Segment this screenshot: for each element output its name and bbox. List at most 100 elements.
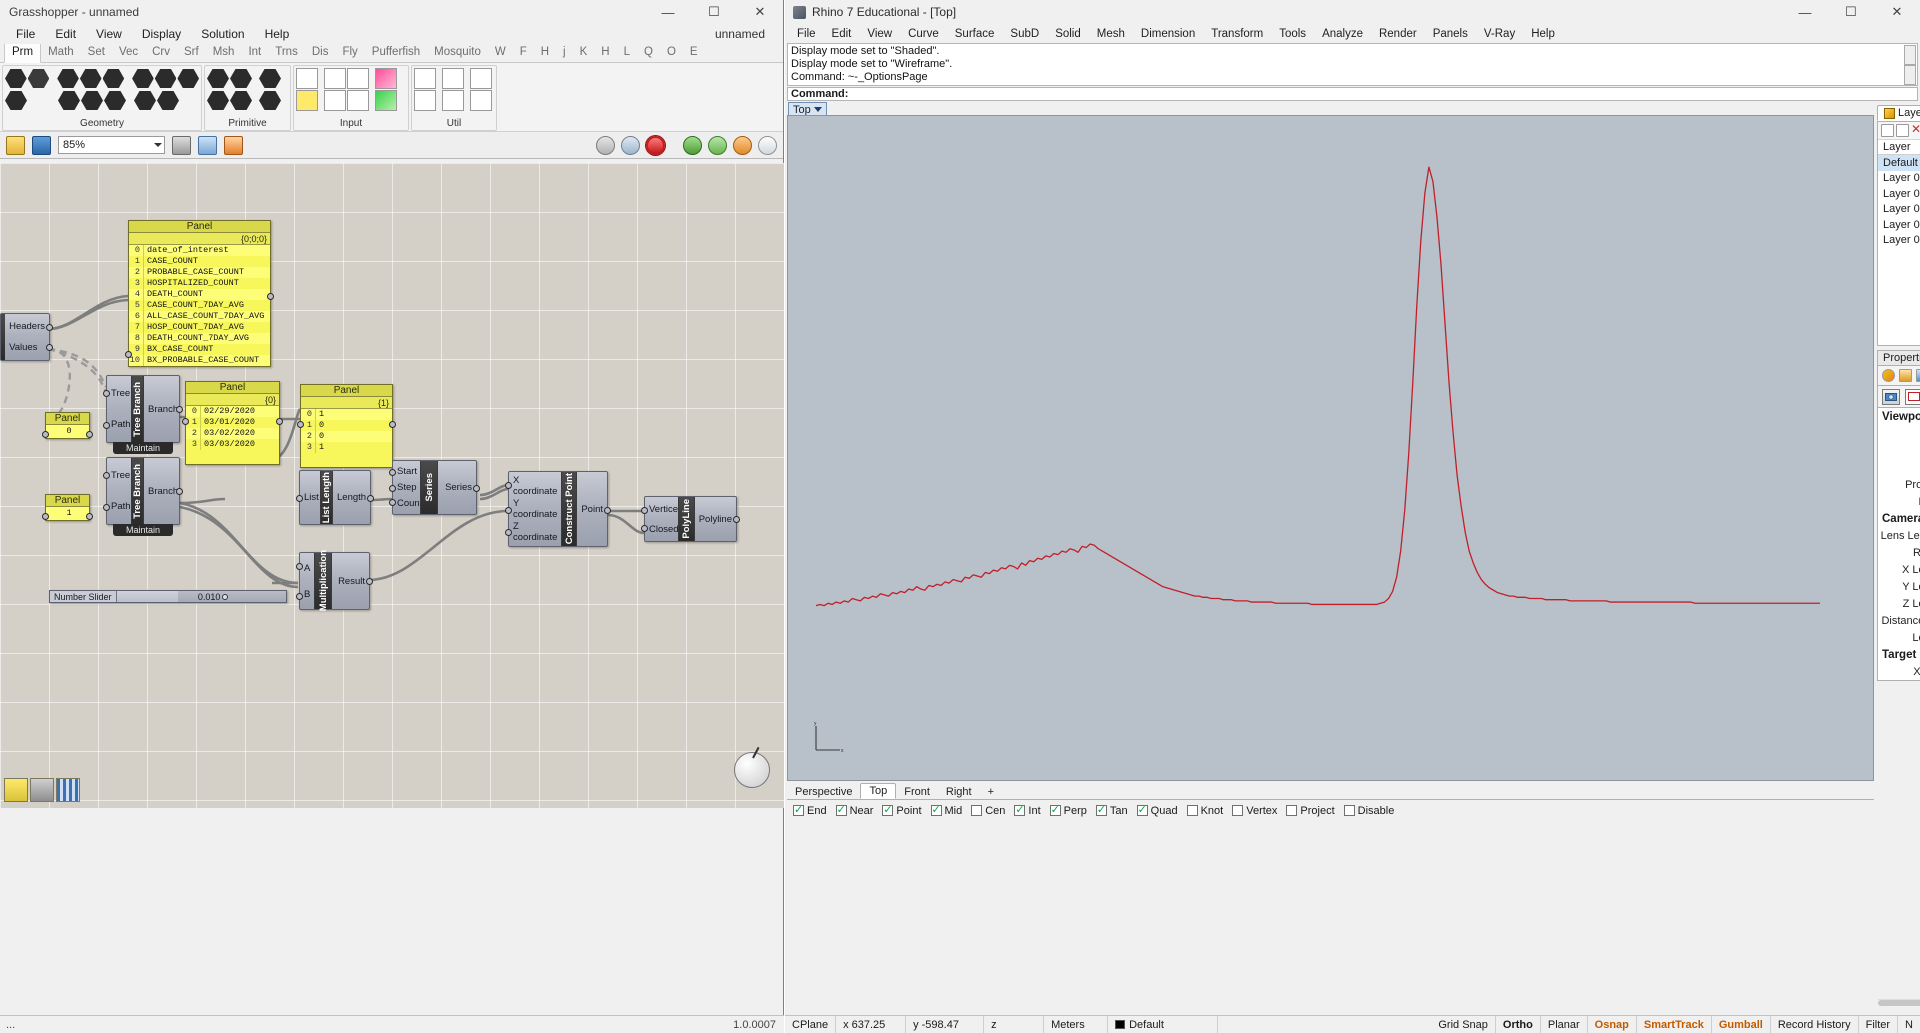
osnap-int[interactable]: Int xyxy=(1014,803,1041,817)
tb2-port-path[interactable] xyxy=(103,504,110,511)
series-port-out[interactable] xyxy=(473,485,480,492)
tab-prm[interactable]: Prm xyxy=(4,42,42,63)
osnap-point[interactable]: Point xyxy=(882,803,922,817)
status-layer-name[interactable]: Default xyxy=(1129,1017,1164,1033)
port-panel-headers-in[interactable] xyxy=(125,351,132,358)
prop-row-location[interactable]: Location Place... xyxy=(1878,629,1920,646)
prop-row-locked[interactable]: Locked xyxy=(1878,493,1920,510)
prop-row-title[interactable]: Title Top xyxy=(1878,425,1920,442)
tab-h1[interactable]: H xyxy=(534,43,556,62)
param-circle-icon[interactable] xyxy=(57,68,79,89)
tb2-port-tree[interactable] xyxy=(103,472,110,479)
rhino-menu-edit[interactable]: Edit xyxy=(824,27,860,41)
osnap-mid-checkbox[interactable] xyxy=(930,803,942,816)
viewport-tab-front[interactable]: Front xyxy=(896,785,938,799)
osnap-vertex-checkbox[interactable] xyxy=(1232,804,1244,816)
tab-msh[interactable]: Msh xyxy=(206,43,242,62)
param-surface-icon[interactable] xyxy=(102,68,125,89)
dock-tab-layers[interactable]: Layers xyxy=(1877,105,1920,121)
param-box-icon[interactable] xyxy=(81,90,103,111)
delete-layer-icon[interactable]: ✕ xyxy=(1911,123,1920,137)
port-panel-headers-out[interactable] xyxy=(267,293,274,300)
param-plane-icon[interactable] xyxy=(104,90,126,111)
prop-row-xloc[interactable]: X Location 685.43 xyxy=(1878,561,1920,578)
tab-j[interactable]: j xyxy=(556,43,573,62)
preview-green2-icon[interactable] xyxy=(708,135,727,155)
tab-k[interactable]: K xyxy=(573,43,595,62)
status-smarttrack[interactable]: SmartTrack xyxy=(1637,1016,1712,1033)
port-panel-index1-out[interactable] xyxy=(86,513,93,520)
osnap-int-checkbox[interactable] xyxy=(1014,803,1026,816)
prop-row-height[interactable]: Height 832 xyxy=(1878,459,1920,476)
osnap-end-checkbox[interactable] xyxy=(793,803,804,816)
chevron-down-icon[interactable] xyxy=(813,107,822,112)
tb1-port-branch[interactable] xyxy=(176,406,183,413)
node-multiplication[interactable]: A B Multiplication Result xyxy=(296,550,373,612)
node-tree-branch-1[interactable]: Tree Path Tree Branch Branch Maintain xyxy=(103,375,183,454)
layer-row[interactable]: Layer 05 xyxy=(1878,233,1920,249)
prim-integer-icon[interactable] xyxy=(207,90,229,111)
view-settings-icon[interactable] xyxy=(198,135,217,155)
layers-hscroll-thumb[interactable] xyxy=(1878,1000,1920,1006)
param-clear-icon[interactable] xyxy=(5,90,27,111)
pl-port-vertices[interactable] xyxy=(641,507,648,514)
tab-e[interactable]: E xyxy=(683,43,705,62)
osnap-mid[interactable]: Mid xyxy=(930,803,962,817)
preview-shaded-icon[interactable] xyxy=(646,135,665,155)
status-cplane[interactable]: CPlane xyxy=(785,1016,837,1033)
tab-crv[interactable]: Crv xyxy=(145,43,177,62)
rhino-menu-dimension[interactable]: Dimension xyxy=(1133,27,1203,41)
port-panel-index0-out[interactable] xyxy=(86,431,93,438)
tab-mosquito[interactable]: Mosquito xyxy=(427,43,488,62)
tab-pufferfish[interactable]: Pufferfish xyxy=(365,43,427,62)
series-port-count[interactable] xyxy=(389,499,396,506)
status-ortho[interactable]: Ortho xyxy=(1496,1016,1541,1033)
util-data-icon[interactable] xyxy=(470,68,492,89)
util-relay-icon[interactable] xyxy=(442,68,464,89)
camera-icon[interactable] xyxy=(1882,388,1900,405)
mul-port-a[interactable] xyxy=(296,563,303,570)
osnap-vertex[interactable]: Vertex xyxy=(1232,804,1277,817)
osnap-point-checkbox[interactable] xyxy=(882,803,894,816)
port-values-out[interactable] xyxy=(46,344,53,351)
paint-icon[interactable] xyxy=(224,135,243,155)
osnap-cen[interactable]: Cen xyxy=(971,804,1005,817)
open-file-icon[interactable] xyxy=(6,135,25,155)
prop-row-zloc[interactable]: Z Location 32.85 xyxy=(1878,595,1920,612)
tab-math[interactable]: Math xyxy=(41,43,81,62)
osnap-quad[interactable]: Quad xyxy=(1136,803,1178,817)
menu-solution[interactable]: Solution xyxy=(191,25,254,43)
rhino-menu-mesh[interactable]: Mesh xyxy=(1089,27,1133,41)
tab-l[interactable]: L xyxy=(617,43,637,62)
osnap-disable[interactable]: Disable xyxy=(1343,804,1394,817)
series-port-step[interactable] xyxy=(389,485,396,492)
status-record-history[interactable]: Record History xyxy=(1771,1016,1859,1033)
object-properties-icon[interactable] xyxy=(1882,369,1895,382)
input-button-icon[interactable] xyxy=(324,68,346,89)
close-button[interactable]: ✕ xyxy=(737,0,783,24)
node-series[interactable]: Start Step Count Series Series xyxy=(389,460,480,515)
prop-row-lens[interactable]: Lens Length(... 50.0 xyxy=(1878,527,1920,544)
input-number-slider-icon[interactable] xyxy=(296,90,318,111)
util-jump-icon[interactable] xyxy=(442,90,464,111)
tab-f[interactable]: F xyxy=(513,43,534,62)
tab-vec[interactable]: Vec xyxy=(112,43,145,62)
rhino-menu-subd[interactable]: SubD xyxy=(1002,27,1047,41)
tab-fly[interactable]: Fly xyxy=(335,43,364,62)
node-construct-point[interactable]: X coordinate Y coordinate Z coordinate C… xyxy=(505,471,611,547)
rhino-menu-analyze[interactable]: Analyze xyxy=(1314,27,1371,41)
port-panel-index0-in[interactable] xyxy=(42,431,49,438)
prop-row-xtarget[interactable]: X Target 685.43 xyxy=(1878,663,1920,680)
node-panel-headers[interactable]: Panel {0;0;0} 0 date_of_interest 1 CASE_CO… xyxy=(125,220,274,367)
osnap-perp-checkbox[interactable] xyxy=(1049,803,1061,816)
command-history-scrollbar[interactable] xyxy=(1904,45,1916,85)
input-list-icon[interactable] xyxy=(347,90,369,111)
new-sublayer-icon[interactable] xyxy=(1896,124,1909,137)
port-panel-index1-in[interactable] xyxy=(42,513,49,520)
input-knob-icon[interactable] xyxy=(324,90,346,111)
preview-off-icon[interactable] xyxy=(596,135,615,155)
menu-display[interactable]: Display xyxy=(132,25,191,43)
series-port-start[interactable] xyxy=(389,469,396,476)
pl-port-out[interactable] xyxy=(733,516,740,523)
param-mesh-icon[interactable] xyxy=(154,68,177,89)
